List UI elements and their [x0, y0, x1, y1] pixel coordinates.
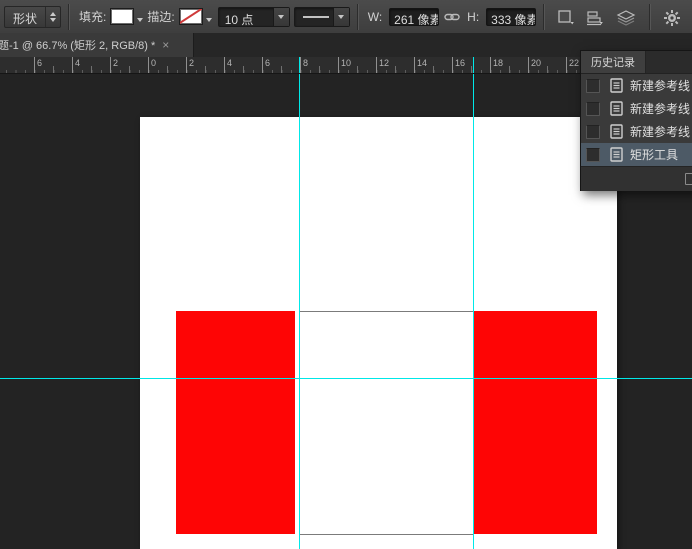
tool-options-bar: 形状 填充: 描边: 10 点 W: 261 像素 H: 333 像素	[0, 0, 692, 34]
chevron-down-icon	[206, 18, 212, 22]
shape-width-field[interactable]: 261 像素	[389, 8, 439, 26]
path-operations-icon[interactable]	[557, 7, 576, 27]
history-panel: 历史记录 新建参考线 新建参考线	[580, 50, 692, 191]
history-states-list: 新建参考线 新建参考线 新建参考线	[581, 74, 692, 166]
history-item-label: 新建参考线	[630, 123, 690, 140]
history-item[interactable]: 新建参考线	[581, 97, 692, 120]
red-rectangle-shape-right[interactable]	[474, 311, 597, 534]
vertical-guide[interactable]	[473, 74, 474, 549]
ruler-unit-label: 2	[189, 58, 194, 68]
ruler-unit-label: 18	[493, 58, 503, 68]
ruler-unit-label: 22	[569, 58, 579, 68]
history-brush-source-well[interactable]	[586, 125, 600, 139]
history-panel-header: 历史记录	[581, 51, 692, 74]
new-document-from-state-icon[interactable]	[685, 173, 692, 185]
history-brush-source-well[interactable]	[586, 79, 600, 93]
ruler-unit-label: 6	[265, 58, 270, 68]
history-panel-tab[interactable]: 历史记录	[581, 51, 646, 73]
path-alignment-icon[interactable]	[586, 7, 605, 27]
divider	[68, 4, 70, 30]
stroke-width-value: 10 点	[219, 8, 273, 26]
shape-height-field[interactable]: 333 像素	[486, 8, 536, 26]
vertical-guide[interactable]	[299, 74, 300, 549]
history-item-label: 矩形工具	[630, 146, 678, 163]
history-panel-footer	[581, 166, 692, 191]
active-rectangle-path-outline[interactable]	[299, 311, 474, 535]
height-label: H:	[467, 10, 479, 24]
history-brush-source-well[interactable]	[586, 102, 600, 116]
ruler-unit-label: 14	[417, 58, 427, 68]
ruler-unit-label: 4	[227, 58, 232, 68]
history-state-document-icon	[610, 147, 623, 162]
history-item[interactable]: 新建参考线	[581, 74, 692, 97]
stroke-swatch[interactable]	[179, 8, 212, 25]
document-tab[interactable]: 标题-1 @ 66.7% (矩形 2, RGB/8) * ×	[0, 33, 194, 57]
chevron-down-icon	[333, 8, 349, 26]
ruler-unit-label: 6	[37, 58, 42, 68]
chevron-down-icon	[137, 18, 143, 22]
chevron-down-icon	[273, 8, 289, 26]
history-state-document-icon	[610, 124, 623, 139]
stroke-style-select[interactable]	[294, 7, 350, 27]
ruler-unit-label: 0	[151, 58, 156, 68]
divider	[543, 4, 545, 30]
link-dimensions-icon[interactable]	[444, 7, 460, 27]
stroke-label: 描边:	[147, 8, 174, 25]
fill-label: 填充:	[79, 8, 106, 25]
tool-mode-value: 形状	[5, 7, 45, 27]
history-item[interactable]: 矩形工具	[581, 143, 692, 166]
document-canvas[interactable]	[140, 117, 617, 549]
ruler-unit-label: 2	[113, 58, 118, 68]
ruler-guide-mark	[473, 57, 474, 74]
fill-swatch[interactable]	[110, 8, 143, 25]
tool-mode-select[interactable]: 形状	[4, 6, 61, 28]
divider	[649, 4, 651, 30]
ruler-unit-label: 8	[303, 58, 308, 68]
history-brush-source-well[interactable]	[586, 148, 600, 162]
ruler-unit-label: 10	[341, 58, 351, 68]
ruler-unit-label: 12	[379, 58, 389, 68]
width-label: W:	[368, 10, 382, 24]
fill-color-swatch-icon	[110, 8, 134, 25]
stroke-style-preview-icon	[303, 16, 329, 18]
history-state-document-icon	[610, 101, 623, 116]
stroke-width-select[interactable]: 10 点	[218, 7, 290, 27]
ruler-unit-label: 20	[531, 58, 541, 68]
divider	[357, 4, 359, 30]
path-arrangement-icon[interactable]	[615, 7, 637, 27]
red-rectangle-shape-left[interactable]	[176, 311, 295, 534]
history-item-label: 新建参考线	[630, 77, 690, 94]
horizontal-guide[interactable]	[0, 378, 692, 379]
stroke-none-swatch-icon	[179, 8, 203, 25]
ruler-unit-label: 4	[75, 58, 80, 68]
history-item-label: 新建参考线	[630, 100, 690, 117]
document-tab-title: 标题-1 @ 66.7% (矩形 2, RGB/8) *	[0, 37, 155, 53]
ruler-guide-mark	[299, 57, 300, 74]
history-state-document-icon	[610, 78, 623, 93]
tool-mode-toggle-icon	[45, 7, 60, 27]
gear-icon[interactable]	[663, 7, 681, 27]
close-icon[interactable]: ×	[162, 39, 169, 51]
ruler-unit-label: 16	[455, 58, 465, 68]
history-item[interactable]: 新建参考线	[581, 120, 692, 143]
